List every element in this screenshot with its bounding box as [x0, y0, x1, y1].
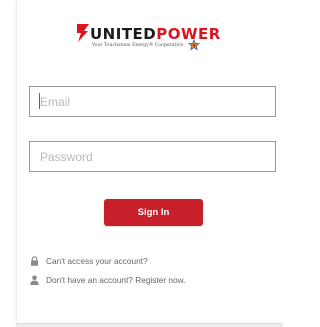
card-bottom-divider [16, 323, 283, 327]
touchstone-energy-star-icon [188, 39, 200, 51]
lock-icon [31, 256, 38, 266]
text-cursor [39, 93, 40, 109]
logo-tagline: Your Touchstone Energy® Cooperative [92, 43, 184, 48]
password-field[interactable] [29, 141, 276, 172]
cant-access-account-label[interactable]: Can't access your account? [46, 256, 148, 266]
united-power-logo: UNITEDPOWER Your Touchstone Energy® Coop… [72, 22, 232, 58]
bolt-mark-icon [77, 24, 89, 42]
logo-united-text: UNITED [90, 25, 157, 43]
register-link[interactable]: Don't have an account? Register now. [30, 274, 186, 286]
email-field[interactable] [29, 86, 276, 117]
sign-in-button[interactable]: Sign In [104, 199, 203, 226]
register-label[interactable]: Don't have an account? Register now. [46, 275, 186, 285]
user-icon [30, 275, 39, 285]
cant-access-account-link[interactable]: Can't access your account? [30, 255, 148, 267]
logo-wordmark: UNITEDPOWER [90, 26, 221, 42]
